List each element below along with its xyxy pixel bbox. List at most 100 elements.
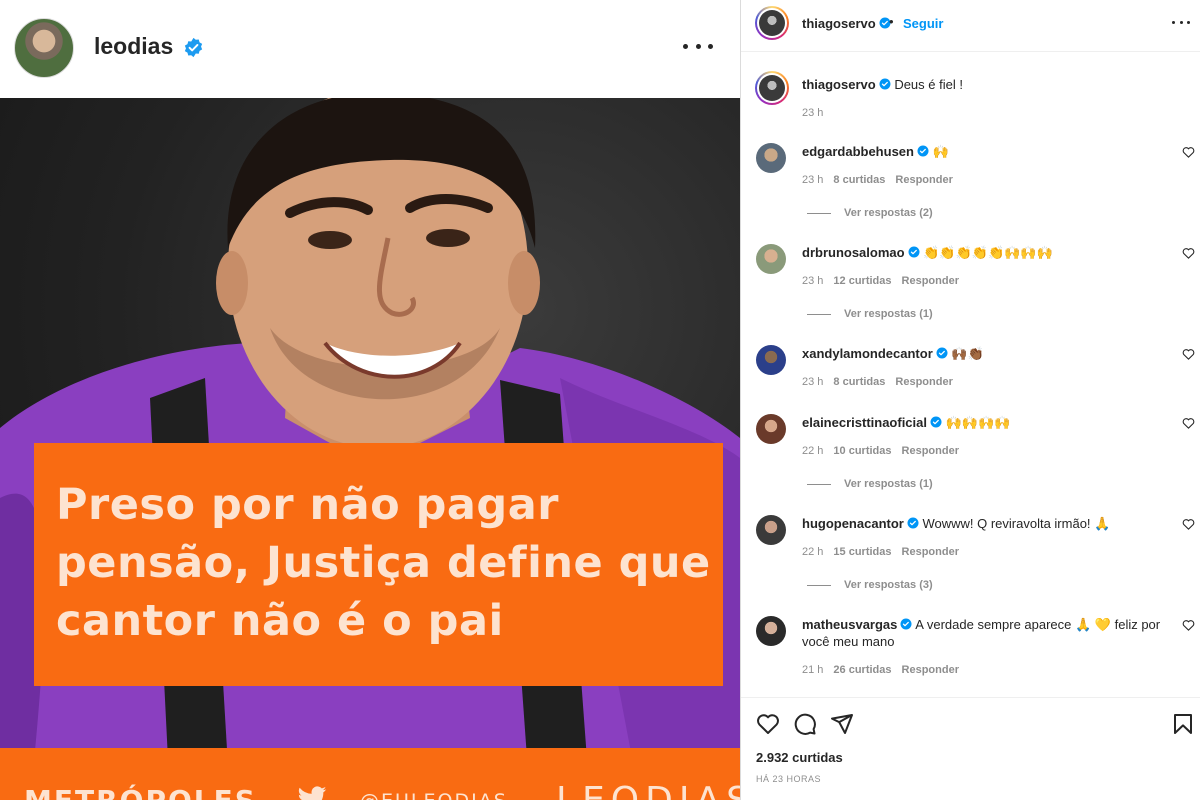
post-header: leodias bbox=[0, 0, 740, 98]
comment-meta: 22 h 10 curtidas Responder bbox=[802, 445, 969, 457]
verified-icon bbox=[907, 517, 919, 529]
verified-icon bbox=[917, 145, 929, 157]
footer-handle: @EULEODIAS bbox=[360, 790, 508, 800]
reply-button[interactable]: Responder bbox=[902, 445, 959, 457]
comment-icon[interactable] bbox=[793, 712, 817, 736]
verified-icon bbox=[930, 416, 942, 428]
post-panel: leodias Preso por não pagar pensão, Just… bbox=[0, 0, 740, 800]
verified-icon bbox=[184, 37, 203, 58]
footer-brand-right: LEODIAS bbox=[556, 780, 740, 800]
follow-button[interactable]: Seguir bbox=[903, 16, 943, 31]
commenter-avatar[interactable] bbox=[756, 143, 786, 173]
verified-icon bbox=[936, 347, 948, 359]
view-replies-button[interactable]: Ver respostas (2) bbox=[807, 207, 933, 219]
reply-button[interactable]: Responder bbox=[902, 546, 959, 558]
separator-dot: • bbox=[889, 14, 894, 29]
comment-body: hugopenacantor Wowww! Q reviravolta irmã… bbox=[802, 515, 1172, 532]
commenter-username[interactable]: edgardabbehusen bbox=[802, 144, 914, 159]
comment-likes[interactable]: 26 curtidas bbox=[833, 664, 891, 676]
post-image: Preso por não pagar pensão, Justiça defi… bbox=[0, 98, 740, 800]
comment-time: 23 h bbox=[802, 174, 824, 186]
comment-time: 21 h bbox=[802, 664, 824, 676]
view-replies-label[interactable]: Ver respostas (1) bbox=[844, 478, 933, 490]
verified-icon bbox=[879, 78, 891, 90]
like-heart-icon[interactable] bbox=[1182, 247, 1195, 259]
like-heart-icon[interactable] bbox=[1182, 348, 1195, 360]
divider-line bbox=[807, 212, 831, 214]
twitter-icon bbox=[298, 786, 327, 800]
footer-band: METRÓPOLES @EULEODIAS LEODIAS bbox=[0, 748, 740, 800]
comment-text: 👏👏👏👏👏🙌🙌🙌 bbox=[923, 245, 1053, 260]
divider-line bbox=[807, 483, 831, 485]
like-heart-icon[interactable] bbox=[1182, 619, 1195, 631]
reply-button[interactable]: Responder bbox=[895, 174, 952, 186]
comment-text: 🙌🏾👏🏾 bbox=[951, 346, 984, 361]
footer-brand-left: METRÓPOLES bbox=[24, 784, 257, 800]
author-username-text[interactable]: thiagoservo bbox=[802, 16, 876, 31]
comment-meta: 23 h 12 curtidas Responder bbox=[802, 275, 969, 287]
comment-body: drbrunosalomao 👏👏👏👏👏🙌🙌🙌 bbox=[802, 244, 1172, 261]
commenter-username[interactable]: matheusvargas bbox=[802, 617, 897, 632]
comment-body: elainecristtinaoficial 🙌🙌🙌🙌 bbox=[802, 414, 1172, 431]
verified-icon bbox=[908, 246, 920, 258]
comment-time: 23 h bbox=[802, 275, 824, 287]
action-bar: 2.932 curtidas HÁ 23 HORAS bbox=[741, 697, 1200, 800]
commenter-avatar[interactable] bbox=[756, 616, 786, 646]
comment-likes[interactable]: 12 curtidas bbox=[833, 275, 891, 287]
like-heart-icon[interactable] bbox=[1182, 417, 1195, 429]
likes-count[interactable]: 2.932 curtidas bbox=[756, 750, 843, 765]
commenter-username[interactable]: elainecristtinaoficial bbox=[802, 415, 927, 430]
view-replies-label[interactable]: Ver respostas (3) bbox=[844, 579, 933, 591]
post-author-avatar[interactable] bbox=[14, 18, 74, 78]
caption-time: 23 h bbox=[802, 107, 824, 119]
like-heart-icon[interactable] bbox=[1182, 146, 1195, 158]
comment-meta: 21 h 26 curtidas Responder bbox=[802, 664, 969, 676]
commenter-avatar[interactable] bbox=[756, 345, 786, 375]
comment-time: 22 h bbox=[802, 546, 824, 558]
view-replies-label[interactable]: Ver respostas (2) bbox=[844, 207, 933, 219]
comment-meta: 22 h 15 curtidas Responder bbox=[802, 546, 969, 558]
commenter-username[interactable]: drbrunosalomao bbox=[802, 245, 905, 260]
post-author-username[interactable]: leodias bbox=[94, 33, 173, 60]
caption: thiagoservo Deus é fiel ! bbox=[802, 77, 963, 92]
comment-body: edgardabbehusen 🙌 bbox=[802, 143, 1172, 160]
caption-avatar[interactable] bbox=[755, 71, 789, 105]
commenter-username[interactable]: hugopenacantor bbox=[802, 516, 904, 531]
author-avatar[interactable] bbox=[755, 6, 789, 40]
more-options-icon[interactable] bbox=[1172, 21, 1190, 27]
commenter-avatar[interactable] bbox=[756, 244, 786, 274]
panel-header: thiagoservo • Seguir bbox=[741, 0, 1200, 52]
divider-line bbox=[807, 584, 831, 586]
comment-text: 🙌 bbox=[932, 144, 949, 159]
view-replies-button[interactable]: Ver respostas (1) bbox=[807, 308, 933, 320]
commenter-avatar[interactable] bbox=[756, 515, 786, 545]
view-replies-label[interactable]: Ver respostas (1) bbox=[844, 308, 933, 320]
comment-body: xandylamondecantor 🙌🏾👏🏾 bbox=[802, 345, 1172, 362]
view-replies-button[interactable]: Ver respostas (3) bbox=[807, 579, 933, 591]
comments-panel: thiagoservo • Seguir thiagoservo Deus é … bbox=[740, 0, 1200, 800]
reply-button[interactable]: Responder bbox=[895, 376, 952, 388]
commenter-username[interactable]: xandylamondecantor bbox=[802, 346, 933, 361]
reply-button[interactable]: Responder bbox=[902, 664, 959, 676]
like-heart-icon[interactable] bbox=[1182, 518, 1195, 530]
comment-body: matheusvargas A verdade sempre aparece 🙏… bbox=[802, 616, 1172, 650]
caption-username[interactable]: thiagoservo bbox=[802, 77, 876, 92]
comment-text: Wowww! Q reviravolta irmão! 🙏 bbox=[922, 516, 1111, 531]
author-username[interactable]: thiagoservo bbox=[802, 16, 891, 31]
headline-banner: Preso por não pagar pensão, Justiça defi… bbox=[34, 443, 723, 686]
comment-likes[interactable]: 10 curtidas bbox=[833, 445, 891, 457]
comment-likes[interactable]: 15 curtidas bbox=[833, 546, 891, 558]
comment-likes[interactable]: 8 curtidas bbox=[833, 376, 885, 388]
heart-icon[interactable] bbox=[756, 712, 780, 736]
share-icon[interactable] bbox=[830, 712, 854, 736]
comment-meta: 23 h 8 curtidas Responder bbox=[802, 376, 963, 388]
reply-button[interactable]: Responder bbox=[902, 275, 959, 287]
view-replies-button[interactable]: Ver respostas (1) bbox=[807, 478, 933, 490]
comment-likes[interactable]: 8 curtidas bbox=[833, 174, 885, 186]
posted-time: HÁ 23 HORAS bbox=[756, 774, 822, 784]
bookmark-icon[interactable] bbox=[1171, 712, 1195, 736]
commenter-avatar[interactable] bbox=[756, 414, 786, 444]
more-options-icon[interactable] bbox=[680, 34, 716, 58]
comment-text: 🙌🙌🙌🙌 bbox=[945, 415, 1011, 430]
comment-time: 22 h bbox=[802, 445, 824, 457]
